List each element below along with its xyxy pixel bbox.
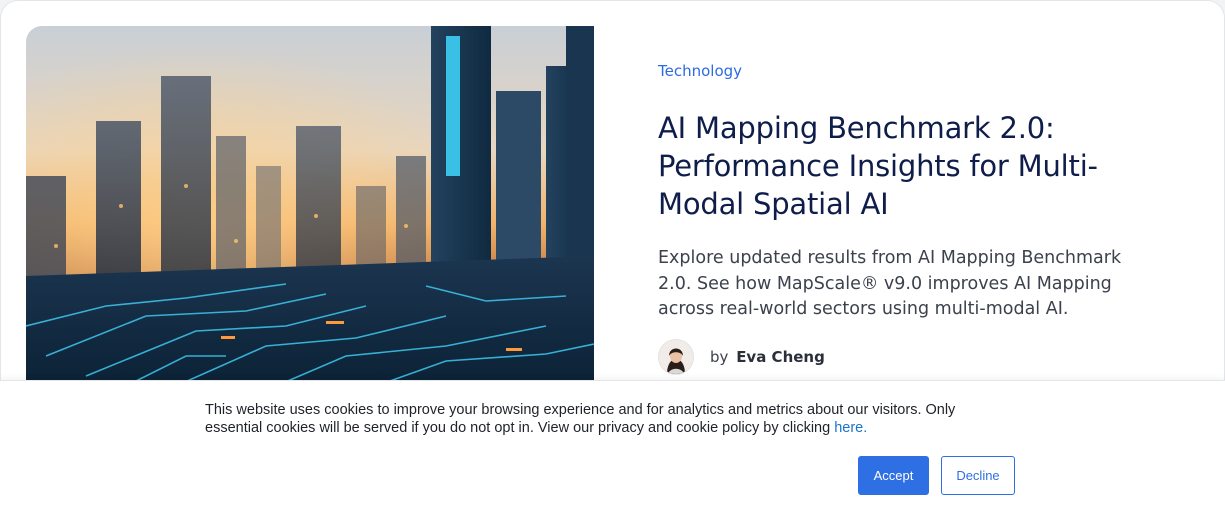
article-excerpt: Explore updated results from AI Mapping …: [658, 248, 1122, 319]
author-prefix: by: [710, 347, 729, 366]
accept-button[interactable]: Accept: [858, 456, 929, 495]
article-category[interactable]: Technology: [658, 62, 1178, 80]
cookie-message: This website uses cookies to improve you…: [205, 402, 995, 437]
decline-button[interactable]: Decline: [941, 456, 1015, 495]
author-row: by Eva Cheng: [658, 338, 1178, 375]
author-byline: by Eva Cheng: [710, 348, 825, 366]
person-avatar-icon: [659, 339, 693, 374]
article-hero-image[interactable]: [26, 26, 594, 386]
cookie-policy-link[interactable]: here.: [834, 420, 867, 436]
author-name[interactable]: Eva Cheng: [736, 348, 825, 366]
cookie-banner: This website uses cookies to improve you…: [0, 380, 1225, 523]
city-circuit-image: [26, 26, 594, 386]
article-title[interactable]: AI Mapping Benchmark 2.0: Performance In…: [658, 109, 1138, 223]
article-content: Technology AI Mapping Benchmark 2.0: Per…: [658, 61, 1178, 375]
author-avatar[interactable]: [658, 338, 694, 375]
